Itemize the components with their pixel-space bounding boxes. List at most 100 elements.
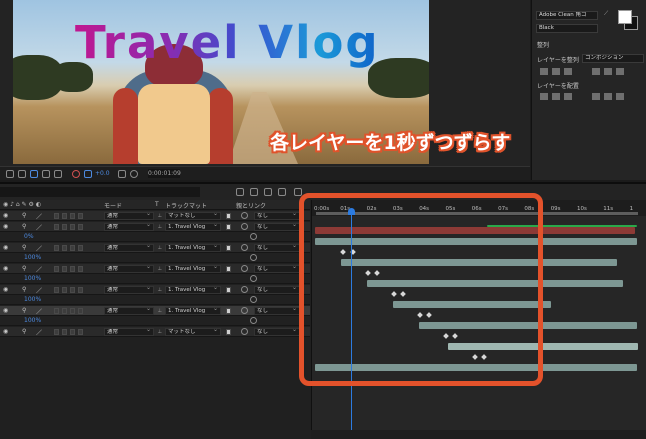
visibility-icon[interactable]: ◉ [3, 286, 8, 293]
preserve-transparency-toggle[interactable]: ⟂ [158, 286, 162, 294]
matte-alpha-icon[interactable] [226, 223, 231, 230]
switch-box[interactable] [62, 307, 67, 314]
layer-row[interactable]: ◉ ⚲ ／ 通常 ⟂マットなし なし [0, 326, 310, 337]
layer-row[interactable]: ◉ ⚲ ／ 通常 ⟂1. Travel Vlog なし [0, 221, 310, 232]
opacity-value[interactable]: 100% [24, 254, 41, 261]
pickwhip-icon[interactable] [241, 264, 248, 272]
matte-alpha-icon[interactable] [226, 265, 231, 272]
t-column-header[interactable]: T [155, 201, 159, 208]
pickwhip-icon[interactable] [250, 233, 257, 240]
visibility-icon[interactable]: ◉ [3, 328, 8, 335]
distribute-icon[interactable] [564, 93, 572, 100]
frame-blending-icon[interactable] [264, 188, 272, 196]
region-icon[interactable] [30, 170, 38, 178]
distribute-icon[interactable] [616, 93, 624, 100]
switch-box[interactable] [62, 265, 67, 272]
quality-switch-icon[interactable]: ／ [36, 223, 42, 232]
opacity-property-row[interactable]: 100% [0, 316, 310, 326]
parent-link-column-header[interactable]: 親とリンク [236, 201, 266, 210]
switch-box[interactable] [78, 213, 83, 219]
quality-switch-icon[interactable]: ／ [36, 244, 42, 253]
timeline-zoom-bar[interactable] [311, 430, 646, 439]
switch-box[interactable] [70, 213, 75, 219]
preserve-transparency-toggle[interactable]: ⟂ [158, 265, 162, 273]
blend-mode-select[interactable]: 通常 [104, 285, 154, 294]
visibility-icon[interactable]: ◉ [3, 223, 8, 230]
switch-box[interactable] [62, 213, 67, 219]
motion-blur-icon[interactable] [278, 188, 286, 196]
pickwhip-icon[interactable] [241, 222, 248, 230]
opacity-property-row[interactable]: 0% [0, 232, 310, 242]
layer-row[interactable]: ◉ ⚲ ／ 通常 ⟂マットなし なし [0, 211, 310, 221]
matte-alpha-icon[interactable] [226, 328, 231, 335]
align-top-icon[interactable] [592, 68, 600, 75]
font-style-select[interactable]: Black [536, 24, 598, 33]
pickwhip-icon[interactable] [250, 296, 257, 303]
switch-box[interactable] [54, 307, 59, 314]
distribute-icon[interactable] [552, 93, 560, 100]
grid-icon[interactable] [18, 170, 26, 178]
shy-switch-icon[interactable]: ⚲ [22, 328, 26, 335]
opacity-property-row[interactable]: 100% [0, 253, 310, 263]
align-hcenter-icon[interactable] [552, 68, 560, 75]
exposure-icon[interactable] [84, 170, 92, 178]
preserve-transparency-toggle[interactable]: ⟂ [158, 244, 162, 252]
blend-mode-select[interactable]: 通常 [104, 222, 154, 231]
graph-editor-icon[interactable] [294, 188, 302, 196]
quality-switch-icon[interactable]: ／ [36, 286, 42, 295]
color-channel-icon[interactable] [72, 170, 80, 178]
blend-mode-select[interactable]: 通常 [104, 327, 154, 336]
track-matte-select[interactable]: 1. Travel Vlog [165, 264, 221, 273]
matte-alpha-icon[interactable] [226, 307, 231, 314]
layer-row[interactable]: ◉ ⚲ ／ 通常 ⟂1. Travel Vlog なし [0, 242, 310, 253]
switch-box[interactable] [78, 223, 83, 230]
preserve-transparency-toggle[interactable]: ⟂ [158, 307, 162, 315]
switch-box[interactable] [70, 265, 75, 272]
visibility-icon[interactable]: ◉ [3, 265, 8, 272]
matte-alpha-icon[interactable] [226, 213, 231, 219]
track-matte-select[interactable]: マットなし [165, 327, 221, 336]
switch-box[interactable] [54, 265, 59, 272]
visibility-icon[interactable]: ◉ [3, 244, 8, 251]
camera-icon[interactable] [118, 170, 126, 178]
shy-switch-icon[interactable]: ⚲ [22, 265, 26, 272]
layer-row[interactable]: ◉ ⚲ ／ 通常 ⟂1. Travel Vlog なし [0, 284, 310, 295]
switch-box[interactable] [78, 244, 83, 251]
quality-switch-icon[interactable]: ／ [36, 328, 42, 337]
switch-box[interactable] [78, 265, 83, 272]
exposure-value[interactable]: +0.0 [95, 170, 110, 177]
switch-box[interactable] [70, 328, 75, 335]
parent-select[interactable]: なし [254, 222, 300, 231]
switch-box[interactable] [54, 286, 59, 293]
distribute-icon[interactable] [540, 93, 548, 100]
switch-box[interactable] [70, 223, 75, 230]
layer-row[interactable]: ◉ ⚲ ／ 通常 ⟂1. Travel Vlog なし [0, 305, 310, 316]
switch-box[interactable] [54, 328, 59, 335]
opacity-value[interactable]: 100% [24, 275, 41, 282]
track-matte-select[interactable]: 1. Travel Vlog [165, 243, 221, 252]
quality-switch-icon[interactable]: ／ [36, 212, 42, 221]
opacity-value[interactable]: 100% [24, 296, 41, 303]
switch-box[interactable] [62, 244, 67, 251]
matte-alpha-icon[interactable] [226, 286, 231, 293]
switch-box[interactable] [62, 328, 67, 335]
switch-box[interactable] [54, 244, 59, 251]
quality-switch-icon[interactable]: ／ [36, 307, 42, 316]
eyedropper-icon[interactable]: ⟋ [604, 10, 608, 18]
pickwhip-icon[interactable] [250, 275, 257, 282]
visibility-icon[interactable]: ◉ [3, 212, 8, 219]
pickwhip-icon[interactable] [250, 317, 257, 324]
pickwhip-icon[interactable] [250, 254, 257, 261]
opacity-value[interactable]: 100% [24, 317, 41, 324]
blend-mode-select[interactable]: 通常 [104, 243, 154, 252]
transparency-icon[interactable] [42, 170, 50, 178]
fill-color-swatch[interactable] [618, 10, 632, 24]
parent-select[interactable]: なし [254, 243, 300, 252]
switch-box[interactable] [62, 286, 67, 293]
switch-box[interactable] [54, 223, 59, 230]
distribute-icon[interactable] [592, 93, 600, 100]
opacity-property-row[interactable]: 100% [0, 295, 310, 305]
quality-switch-icon[interactable]: ／ [36, 265, 42, 274]
align-to-select[interactable]: コンポジション [582, 54, 644, 63]
track-matte-select[interactable]: 1. Travel Vlog [165, 222, 221, 231]
